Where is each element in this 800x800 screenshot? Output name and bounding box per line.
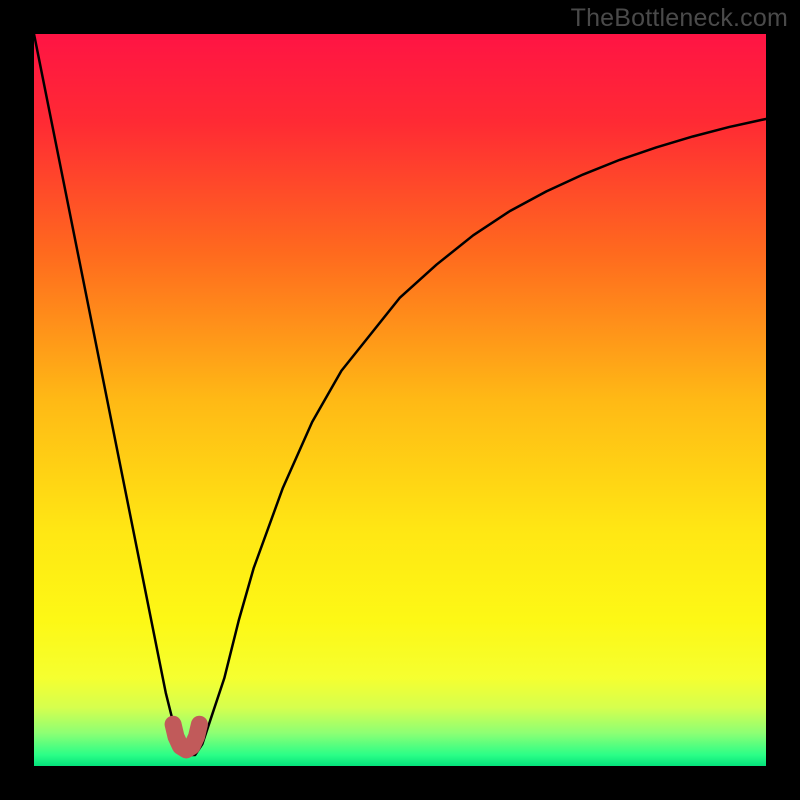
chart-frame: TheBottleneck.com xyxy=(0,0,800,800)
plot-area xyxy=(34,34,766,766)
watermark-text: TheBottleneck.com xyxy=(571,4,788,33)
gradient-background xyxy=(34,34,766,766)
chart-svg xyxy=(34,34,766,766)
